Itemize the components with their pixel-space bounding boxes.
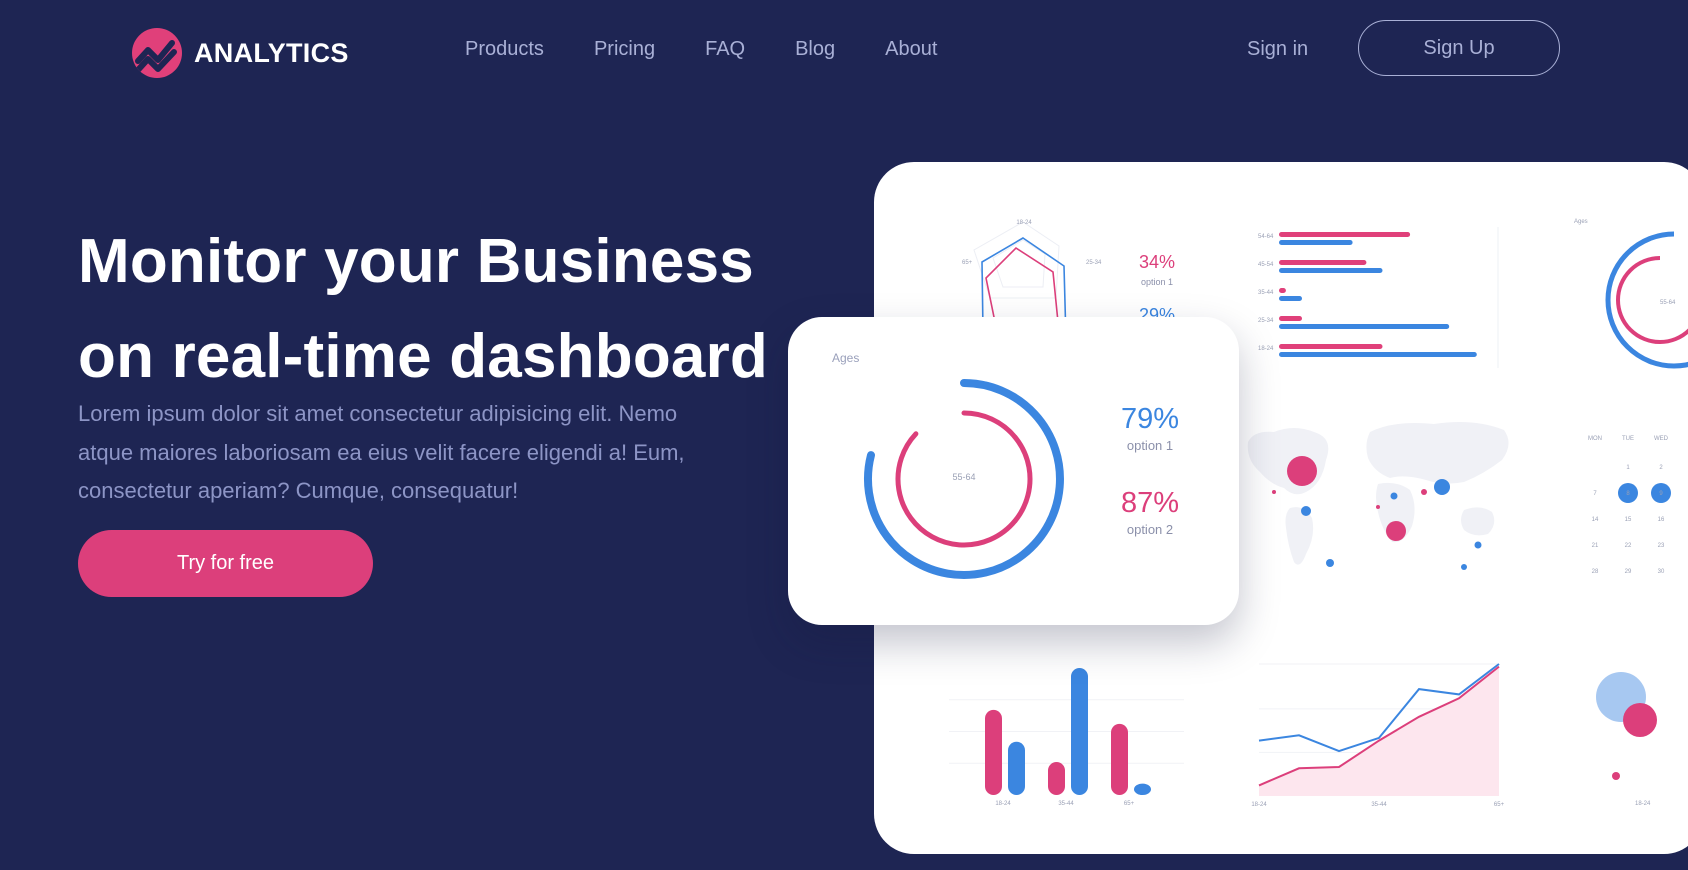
bubble-chart: 18-24 <box>1596 672 1657 807</box>
calendar-day-header: WED <box>1654 436 1669 442</box>
horizontal-bar-chart: 54-64 45-54 35-44 25-34 18-24 <box>1258 232 1477 357</box>
vbar <box>1048 762 1065 795</box>
hbar-label: 35-44 <box>1258 290 1274 296</box>
hbar-pink-bar <box>1279 316 1302 321</box>
vbar-xlabel: 35-44 <box>1058 801 1074 807</box>
vbar <box>1071 668 1088 795</box>
calendar-day: 28 <box>1592 569 1599 575</box>
line-xlabel: 18-24 <box>1251 802 1267 808</box>
headline-line-2: on real-time dashboard <box>78 322 768 391</box>
stat-option-2-value: 87% <box>1120 487 1180 519</box>
ages-center-label: 55-64 <box>952 472 975 482</box>
line-xlabel: 35-44 <box>1371 802 1387 808</box>
calendar-day: 14 <box>1592 517 1599 523</box>
nav-about[interactable]: About <box>885 38 937 61</box>
ages-donut-chart: 55-64 <box>863 379 1064 579</box>
hbar-label: 45-54 <box>1258 262 1274 268</box>
nav-faq[interactable]: FAQ <box>705 38 745 61</box>
vbar <box>1134 783 1151 795</box>
world-map <box>1247 422 1509 570</box>
vbar-xlabel: 65+ <box>1124 801 1135 807</box>
hbar-blue-bar <box>1279 352 1477 357</box>
radar-label-top: 18-24 <box>1016 220 1032 226</box>
ages-mini-chart: Ages 55-64 <box>1574 219 1688 369</box>
try-for-free-button[interactable]: Try for free <box>78 530 373 597</box>
calendar-day: 1 <box>1626 465 1630 471</box>
ages-card: Ages 55-64 79% option 1 87% option 2 <box>788 317 1239 625</box>
hbar-blue-bar <box>1279 268 1383 273</box>
vbar <box>1111 723 1128 795</box>
signin-link[interactable]: Sign in <box>1247 38 1308 61</box>
brand-name: ANALYTICS <box>194 37 349 68</box>
calendar-day: 23 <box>1658 543 1665 549</box>
hero-headline: Monitor your Business on real-time dashb… <box>78 214 768 404</box>
vbar-xlabel: 18-24 <box>995 801 1011 807</box>
hbar-pink-bar <box>1279 288 1286 293</box>
calendar-day: 21 <box>1592 543 1599 549</box>
ages-mini-center: 55-64 <box>1660 300 1676 306</box>
hbar-label: 54-64 <box>1258 234 1274 240</box>
vbar <box>1008 741 1025 795</box>
calendar-day: 29 <box>1625 569 1632 575</box>
calendar-widget: MON TUE WED1 27 8 914 15 1621 22 2328 29 30 <box>1588 436 1671 575</box>
stat-option-2: 87% option 2 <box>1110 487 1190 537</box>
line-xlabel: 65+ <box>1494 802 1505 808</box>
radar-label-left: 65+ <box>962 260 973 266</box>
calendar-day: 16 <box>1658 517 1665 523</box>
hbar-pink-bar <box>1279 260 1367 265</box>
calendar-day: 7 <box>1593 491 1597 497</box>
nav-blog[interactable]: Blog <box>795 38 835 61</box>
logo-icon <box>132 28 182 78</box>
nav-pricing[interactable]: Pricing <box>594 38 655 61</box>
hbar-label: 25-34 <box>1258 318 1274 324</box>
hbar-blue-bar <box>1279 324 1450 329</box>
hbar-pink-bar <box>1279 232 1411 237</box>
calendar-day: 22 <box>1625 543 1632 549</box>
vbar <box>985 709 1002 795</box>
calendar-day: 2 <box>1659 465 1663 471</box>
stat-option-1-value: 79% <box>1120 403 1180 435</box>
nav-products[interactable]: Products <box>465 38 544 61</box>
signup-button[interactable]: Sign Up <box>1358 20 1560 76</box>
stat-option-1-label: option 1 <box>1126 438 1174 453</box>
calendar-day: 30 <box>1658 569 1665 575</box>
calendar-day-header: MON <box>1588 436 1602 442</box>
stat-option-1: 79% option 1 <box>1110 403 1190 453</box>
ages-mini-title: Ages <box>1574 219 1588 225</box>
calendar-day-header: TUE <box>1622 436 1634 442</box>
brand-logo[interactable]: ANALYTICS <box>132 28 349 78</box>
radar-stat1-label: option 1 <box>1141 277 1173 287</box>
radar-label-right: 25-34 <box>1086 260 1102 266</box>
calendar-day: 15 <box>1625 517 1632 523</box>
hbar-blue-bar <box>1279 240 1353 245</box>
headline-line-1: Monitor your Business <box>78 227 754 296</box>
radar-stat1-value: 34% <box>1139 252 1175 272</box>
stat-option-2-label: option 2 <box>1126 522 1174 537</box>
bubble-xlabel: 18-24 <box>1635 801 1651 807</box>
hbar-blue-bar <box>1279 296 1302 301</box>
vertical-bar-chart: 18-24 35-44 65+ <box>949 668 1184 807</box>
hero-description: Lorem ipsum dolor sit amet consectetur a… <box>78 401 685 503</box>
line-area-fill <box>1259 666 1499 796</box>
line-area-chart: 18-24 35-44 65+ <box>1251 663 1505 808</box>
hbar-pink-bar <box>1279 344 1383 349</box>
hbar-label: 18-24 <box>1258 346 1274 352</box>
main-nav: Products Pricing FAQ Blog About <box>465 38 937 61</box>
